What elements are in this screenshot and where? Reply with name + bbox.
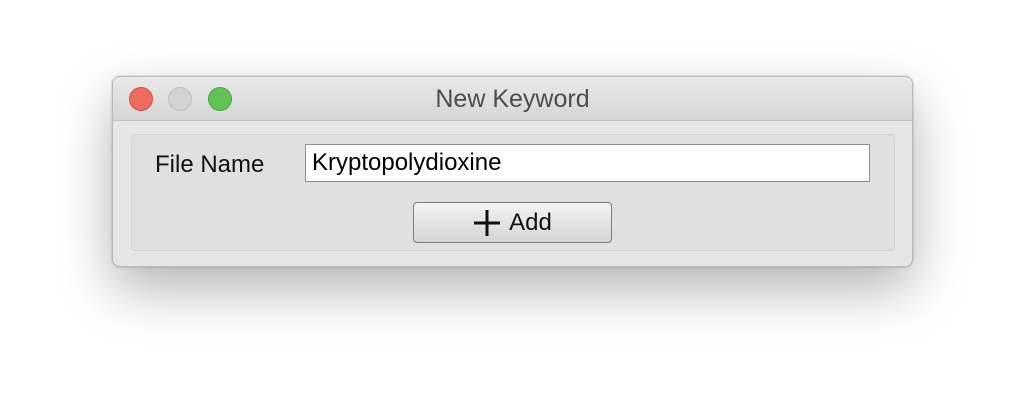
new-keyword-window: New Keyword File Name Add xyxy=(112,76,913,267)
file-name-input[interactable] xyxy=(305,144,870,182)
add-button-label: Add xyxy=(509,208,552,236)
window-title: New Keyword xyxy=(435,85,590,113)
plus-icon xyxy=(473,209,501,237)
form-panel: File Name Add xyxy=(131,134,895,251)
file-name-label: File Name xyxy=(155,151,265,178)
title-bar[interactable]: New Keyword xyxy=(113,77,912,121)
add-button[interactable]: Add xyxy=(413,202,612,243)
